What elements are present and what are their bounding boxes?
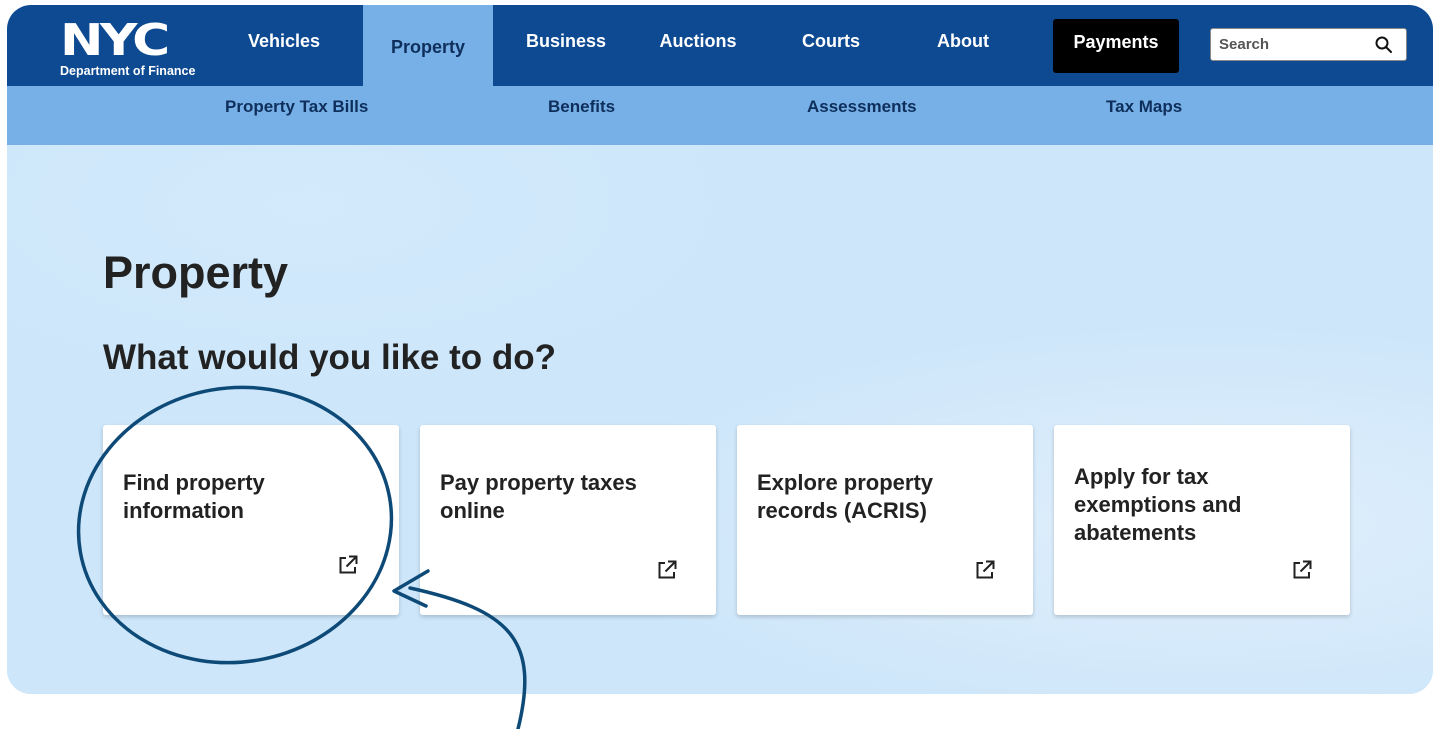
card-apply-for-tax-exemptions[interactable]: Apply for tax exemptions and abatements	[1054, 425, 1350, 615]
nav-item-business[interactable]: Business	[511, 5, 621, 86]
page-frame: NYC Department of Finance Vehicles Prope…	[7, 5, 1433, 694]
nav-item-label: Property	[390, 37, 466, 57]
external-link-icon	[976, 560, 995, 579]
nav-item-label: About	[937, 31, 989, 51]
nav-item-courts[interactable]: Courts	[783, 5, 879, 86]
external-link-icon	[1293, 560, 1312, 579]
section-title: What would you like to do?	[103, 338, 557, 377]
search-box[interactable]	[1210, 28, 1407, 61]
nyc-dof-logo[interactable]: NYC Department of Finance	[55, 19, 225, 79]
nav-item-auctions[interactable]: Auctions	[643, 5, 753, 86]
top-navigation: NYC Department of Finance Vehicles Prope…	[7, 5, 1433, 86]
subnav-item-label: Assessments	[807, 96, 917, 116]
nav-item-property[interactable]: Property	[363, 5, 493, 86]
card-find-property-information[interactable]: Find property information	[103, 425, 399, 615]
card-title: Explore property records (ACRIS)	[757, 470, 934, 523]
page-title: Property	[103, 247, 289, 298]
search-input[interactable]	[1219, 33, 1369, 56]
nav-item-label: Courts	[802, 31, 860, 51]
sub-navigation: Property Tax Bills Benefits Assessments …	[7, 86, 1433, 145]
subnav-item-label: Property Tax Bills	[225, 96, 369, 116]
payments-button-label: Payments	[1073, 31, 1159, 52]
card-explore-property-records[interactable]: Explore property records (ACRIS)	[737, 425, 1033, 615]
nav-item-about[interactable]: About	[915, 5, 1011, 86]
subnav-item-benefits[interactable]: Benefits	[548, 86, 615, 145]
external-link-icon	[339, 555, 358, 574]
logo-wordmark: NYC	[60, 15, 170, 66]
nav-item-label: Business	[525, 31, 607, 51]
subnav-item-assessments[interactable]: Assessments	[807, 86, 917, 145]
nav-item-label: Vehicles	[247, 31, 321, 51]
card-title: Find property information	[123, 470, 265, 523]
nav-item-vehicles[interactable]: Vehicles	[229, 5, 339, 86]
nav-item-label: Auctions	[659, 31, 737, 51]
card-title: Pay property taxes online	[440, 470, 637, 523]
subnav-item-tax-maps[interactable]: Tax Maps	[1106, 86, 1182, 145]
subnav-item-label: Benefits	[548, 96, 616, 116]
logo-subtitle: Department of Finance	[60, 64, 196, 78]
card-pay-property-taxes-online[interactable]: Pay property taxes online	[420, 425, 716, 615]
payments-button[interactable]: Payments	[1053, 19, 1179, 73]
subnav-item-property-tax-bills[interactable]: Property Tax Bills	[225, 86, 368, 145]
external-link-icon	[658, 560, 677, 579]
card-title: Apply for tax exemptions and abatements	[1074, 464, 1242, 545]
subnav-item-label: Tax Maps	[1106, 96, 1183, 116]
search-icon[interactable]	[1374, 35, 1394, 55]
